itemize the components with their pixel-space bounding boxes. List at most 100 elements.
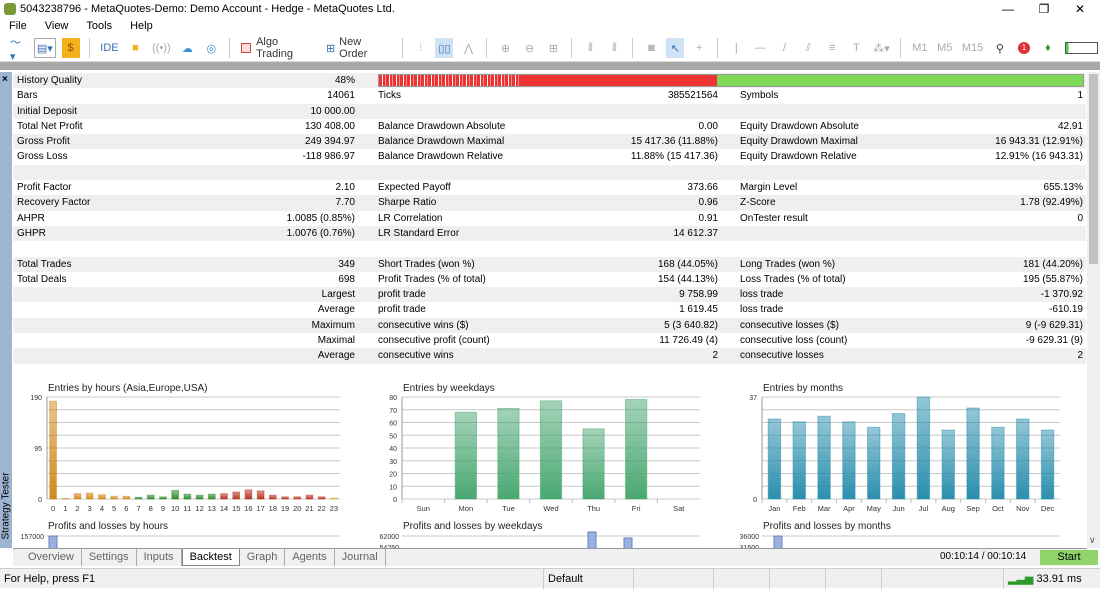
report-value: 698 — [338, 273, 355, 285]
report-label: Gross Profit — [17, 136, 70, 148]
close-panel-icon[interactable]: × — [2, 74, 8, 85]
tab-overview[interactable]: Overview — [21, 549, 82, 566]
report-value: 181 (44.20%) — [1022, 258, 1083, 270]
text-icon[interactable]: T — [847, 38, 865, 58]
y-tick-label: 37 — [749, 395, 757, 402]
report-row: Recovery Factor 7.70 Sharpe Ratio 0.96 Z-Sco… — [13, 195, 1086, 211]
search-icon[interactable]: ⚲ — [991, 38, 1009, 58]
report-label: loss trade — [740, 304, 784, 316]
tab-agents[interactable]: Agents — [285, 549, 335, 566]
vertical-line-icon[interactable]: | — [727, 38, 745, 58]
new-order-label: New Order — [339, 36, 368, 60]
report-row: Gross Loss -118 986.97 Balance Drawdown Re… — [13, 149, 1086, 164]
dollar-icon[interactable]: $ — [61, 38, 80, 58]
crosshair-icon[interactable]: + — [690, 38, 708, 58]
bar — [146, 494, 155, 500]
x-tick-label: 2 — [75, 504, 79, 513]
grid-icon[interactable]: ⊞ — [544, 38, 562, 58]
zoom-in-icon[interactable]: ⊕ — [496, 38, 514, 58]
tab-settings[interactable]: Settings — [82, 549, 137, 566]
timeframe-m1[interactable]: M1 — [910, 38, 929, 58]
report-label: Balance Drawdown Maximal — [378, 136, 505, 148]
algo-trading-button[interactable]: Algo Trading — [239, 36, 318, 60]
report-row: Average profit trade 1 619.45 loss trade -61… — [13, 302, 1086, 317]
new-order-button[interactable]: ⊞ New Order — [324, 36, 393, 60]
report-label: History Quality — [17, 75, 83, 86]
bar — [256, 490, 265, 500]
ide-button[interactable]: IDE — [99, 38, 121, 58]
market-bag-icon[interactable]: ■ — [126, 38, 144, 58]
chart-shift-icon[interactable]: ⫴ — [605, 38, 623, 58]
close-button[interactable]: ✕ — [1062, 0, 1098, 18]
y-tick-label: 157000 — [21, 534, 44, 541]
scrollbar-thumb[interactable] — [1089, 74, 1098, 264]
separator — [717, 38, 719, 58]
x-tick-label: 9 — [161, 504, 165, 513]
connection-status[interactable]: ▂▃▅ 33.91 ms — [1003, 569, 1100, 589]
bar — [1016, 418, 1030, 500]
screenshot-icon[interactable]: ◙ — [642, 38, 660, 58]
autoscroll-icon[interactable]: ⫴ — [581, 38, 599, 58]
menu-tools[interactable]: Tools — [77, 18, 121, 35]
panel-divider[interactable] — [0, 62, 1100, 70]
line-chart-icon[interactable]: 〜▾ — [8, 37, 28, 63]
start-button[interactable]: Start — [1040, 550, 1098, 565]
x-tick-label: Oct — [992, 504, 1005, 513]
tab-journal[interactable]: Journal — [335, 549, 386, 566]
separator — [88, 38, 90, 58]
report-value: 130 408.00 — [304, 120, 355, 132]
report-value: 15 417.36 (11.88%) — [630, 136, 718, 148]
report-row: AHPR 1.0085 (0.85%) LR Correlation 0.91 OnTe… — [13, 211, 1086, 226]
x-tick-label: 10 — [171, 504, 179, 513]
cloud-icon[interactable]: ☁ — [178, 38, 196, 58]
report-label: Gross Loss — [17, 151, 68, 163]
chart-entries-by-months: Entries by months 0 37 Jan Feb Mar Apr May Jun Ju… — [733, 380, 1093, 548]
bar — [966, 407, 980, 500]
timeframe-m15[interactable]: M15 — [960, 38, 985, 58]
cursor-icon[interactable]: ↖ — [666, 38, 685, 58]
shapes-icon[interactable]: ⁂▾ — [871, 38, 891, 58]
bar — [625, 399, 648, 500]
report-row: Total Trades 349 Short Trades (won %) 168 (… — [13, 256, 1086, 272]
signal-icon[interactable]: ((•)) — [150, 38, 172, 58]
vps-icon[interactable]: ◎ — [202, 38, 220, 58]
tab-backtest[interactable]: Backtest — [181, 549, 240, 566]
bar — [305, 494, 314, 500]
menu-help[interactable]: Help — [121, 18, 162, 35]
fibonacci-icon[interactable]: ≡ — [823, 38, 841, 58]
horizontal-line-icon[interactable]: — — [751, 38, 769, 58]
zoom-out-icon[interactable]: ⊖ — [520, 38, 538, 58]
x-tick-label: Wed — [543, 504, 558, 513]
bar — [454, 411, 478, 500]
bar — [110, 495, 119, 500]
profile-name: Default — [543, 569, 633, 589]
line-icon[interactable]: ⋀ — [459, 38, 477, 58]
x-tick-label: 7 — [136, 504, 140, 513]
trendline-icon[interactable]: / — [775, 38, 793, 58]
candlestick-icon[interactable]: ▯▯ — [435, 38, 454, 58]
menu-file[interactable]: File — [0, 18, 36, 35]
chart-template-icon[interactable]: ▤▾ — [34, 38, 56, 58]
report-label: Long Trades (won %) — [740, 258, 836, 270]
channel-icon[interactable]: ⫽ — [799, 38, 817, 58]
report-value: 373.66 — [687, 182, 718, 194]
bar-chart-icon[interactable]: ⫶ — [411, 38, 429, 58]
maximize-button[interactable]: ❐ — [1026, 0, 1062, 18]
report-label: Margin Level — [740, 182, 798, 194]
bar — [991, 426, 1005, 500]
tab-inputs[interactable]: Inputs — [137, 549, 182, 566]
status-cell — [881, 569, 937, 589]
report-value: Maximum — [311, 319, 355, 331]
notification-badge: 1 — [1017, 42, 1030, 54]
chart-title: Entries by hours (Asia,Europe,USA) — [48, 383, 208, 394]
notifications-button[interactable]: 1 — [1015, 38, 1033, 58]
bar — [232, 491, 241, 500]
tab-graph[interactable]: Graph — [240, 549, 286, 566]
timeframe-m5[interactable]: M5 — [935, 38, 954, 58]
menu-view[interactable]: View — [36, 18, 78, 35]
report-value: -9 629.31 (9) — [1025, 335, 1083, 347]
report-label: LR Standard Error — [378, 227, 460, 239]
report-value: Largest — [321, 289, 355, 301]
minimize-button[interactable]: — — [990, 0, 1026, 18]
report-label: Profit Trades (% of total) — [378, 273, 486, 285]
